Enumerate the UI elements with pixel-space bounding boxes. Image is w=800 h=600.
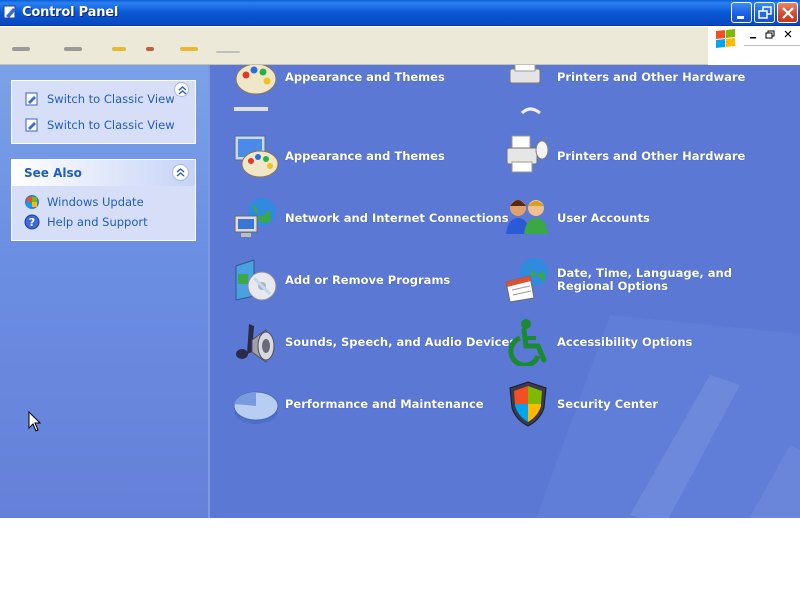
category-label: Accessibility Options [557, 335, 693, 349]
views-button[interactable] [216, 51, 240, 53]
mouse-cursor-icon [28, 411, 42, 432]
title-bar[interactable]: Control Panel [0, 0, 800, 26]
category-label: Security Center [557, 397, 659, 411]
category-label-text: Date, Time, Language, and Regional Optio… [557, 266, 732, 293]
see-also-label: Windows Update [47, 195, 144, 209]
category-view: Appearance and Themes Printers and Other… [208, 65, 800, 518]
security-center-icon [509, 381, 547, 427]
sounds-icon [236, 324, 275, 363]
category-label: User Accounts [557, 211, 650, 225]
collapse-chevron-icon[interactable] [174, 82, 189, 97]
control-panel-icon [3, 5, 16, 19]
task-label: Switch to Classic View [47, 118, 175, 132]
see-also-label: Help and Support [47, 215, 148, 229]
folders-button[interactable] [180, 47, 198, 51]
appearance-themes-icon [235, 65, 277, 95]
toolbar [0, 27, 800, 65]
classic-view-icon [25, 92, 38, 106]
mouse-fragment-icon [520, 107, 541, 115]
menu-bar-controls [708, 27, 800, 65]
control-panel-tasks-box: Switch to Classic View Switch to Classic… [11, 80, 196, 144]
search-button[interactable] [146, 47, 154, 51]
see-also-title: See Also [24, 166, 82, 180]
printers-hardware-icon [509, 65, 541, 84]
accessibility-icon [508, 319, 547, 366]
category-label: Printers and Other Hardware [557, 70, 746, 84]
restore-icon [758, 6, 772, 19]
restore-button[interactable] [754, 2, 775, 23]
category-label: Printers and Other Hardware [557, 149, 746, 163]
category-label: Performance and Maintenance [285, 397, 484, 411]
network-icon [234, 198, 276, 237]
child-window-controls[interactable] [748, 29, 800, 43]
up-folder-button[interactable] [112, 47, 126, 51]
appearance-themes-icon [234, 135, 279, 178]
see-also-box: See Also Windows Update ? Help and Suppo… [11, 159, 196, 241]
help-icon: ? [24, 214, 40, 230]
task-pane: Switch to Classic View Switch to Classic… [0, 65, 208, 518]
minimize-button[interactable] [731, 2, 752, 23]
category-label: Sounds, Speech, and Audio Devices [285, 335, 517, 349]
date-time-icon [505, 258, 548, 303]
classic-view-icon [25, 118, 38, 132]
task-label: Switch to Classic View [47, 92, 175, 106]
add-remove-programs-icon [235, 259, 277, 301]
windows-update-icon [25, 195, 39, 209]
printers-hardware-icon [506, 135, 549, 173]
window-title: Control Panel [22, 5, 119, 20]
performance-icon [233, 391, 279, 424]
category-label: Add or Remove Programs [285, 273, 451, 287]
category-label: Date, Time, Language, and Regional Optio… [557, 267, 767, 293]
collapse-chevron-icon[interactable] [172, 164, 189, 181]
monitor-fragment-icon [234, 107, 268, 111]
close-icon [782, 7, 794, 19]
user-accounts-icon [506, 200, 548, 234]
forward-button[interactable] [64, 47, 82, 51]
minimize-icon [737, 16, 744, 19]
control-panel-window: Control Panel Switch to Classic View Swi… [0, 0, 800, 518]
category-label: Appearance and Themes [285, 70, 445, 84]
see-also-header: See Also [12, 160, 195, 186]
close-button[interactable] [777, 2, 798, 23]
svg-text:?: ? [29, 216, 35, 229]
category-label: Appearance and Themes [285, 149, 445, 163]
back-button[interactable] [12, 47, 30, 51]
category-label: Network and Internet Connections [285, 211, 509, 225]
